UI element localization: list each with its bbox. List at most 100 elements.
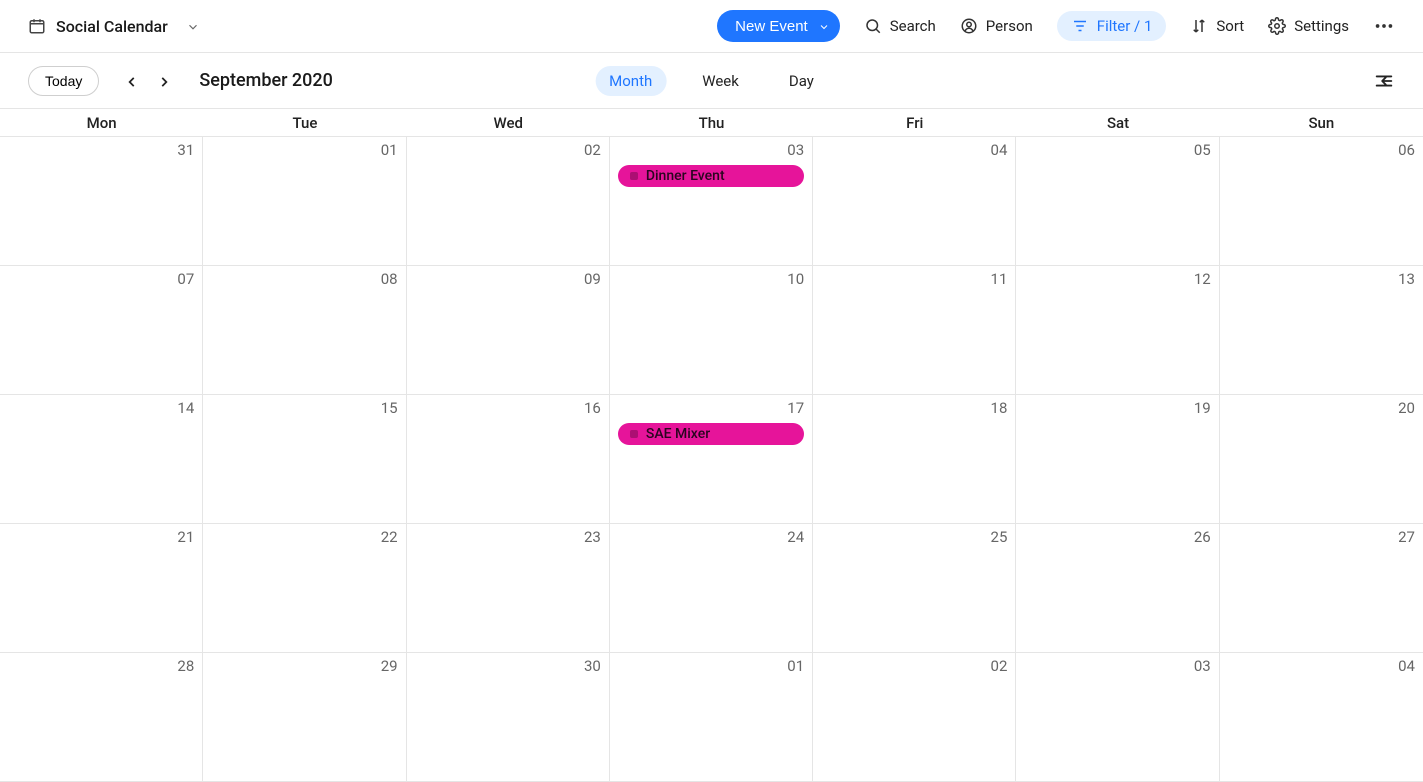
calendar-cell[interactable]: 10 bbox=[610, 266, 813, 395]
date-number: 01 bbox=[787, 657, 804, 675]
event-pill[interactable]: SAE Mixer bbox=[618, 423, 804, 445]
nav-bar: Today September 2020 Month Week Day bbox=[0, 53, 1423, 109]
new-event-button[interactable]: New Event bbox=[717, 10, 840, 42]
date-number: 09 bbox=[584, 270, 601, 288]
date-number: 01 bbox=[381, 141, 398, 159]
person-button[interactable]: Person bbox=[960, 17, 1033, 35]
date-number: 28 bbox=[177, 657, 194, 675]
calendar-cell[interactable]: 16 bbox=[407, 395, 610, 524]
date-number: 02 bbox=[584, 141, 601, 159]
event-pill[interactable]: Dinner Event bbox=[618, 165, 804, 187]
person-label: Person bbox=[986, 17, 1033, 35]
weekday-label: Sun bbox=[1220, 109, 1423, 137]
date-number: 03 bbox=[787, 141, 804, 159]
settings-button[interactable]: Settings bbox=[1268, 17, 1349, 35]
calendar-cell[interactable]: 18 bbox=[813, 395, 1016, 524]
chevron-down-icon bbox=[186, 19, 200, 33]
calendar-cell[interactable]: 13 bbox=[1220, 266, 1423, 395]
calendar-cell[interactable]: 15 bbox=[203, 395, 406, 524]
date-number: 20 bbox=[1398, 399, 1415, 417]
calendar-cell[interactable]: 04 bbox=[1220, 653, 1423, 782]
calendar-cell[interactable]: 14 bbox=[0, 395, 203, 524]
view-tabs: Month Week Day bbox=[595, 66, 828, 96]
calendar-cell[interactable]: 31 bbox=[0, 137, 203, 266]
calendar-cell[interactable]: 28 bbox=[0, 653, 203, 782]
calendar-cell[interactable]: 06 bbox=[1220, 137, 1423, 266]
prev-month-button[interactable] bbox=[125, 74, 139, 88]
date-number: 18 bbox=[991, 399, 1008, 417]
calendar-cell[interactable]: 21 bbox=[0, 524, 203, 653]
calendar-cell[interactable]: 17SAE Mixer bbox=[610, 395, 813, 524]
date-number: 19 bbox=[1194, 399, 1211, 417]
person-icon bbox=[960, 17, 978, 35]
tab-month[interactable]: Month bbox=[595, 66, 666, 96]
calendar-cell[interactable]: 27 bbox=[1220, 524, 1423, 653]
date-number: 06 bbox=[1398, 141, 1415, 159]
gear-icon bbox=[1268, 17, 1286, 35]
calendar-cell[interactable]: 08 bbox=[203, 266, 406, 395]
top-bar: Social Calendar New Event Search Person bbox=[0, 0, 1423, 53]
calendar-cell[interactable]: 20 bbox=[1220, 395, 1423, 524]
date-number: 21 bbox=[177, 528, 194, 546]
calendar-cell[interactable]: 25 bbox=[813, 524, 1016, 653]
calendar-cell[interactable]: 29 bbox=[203, 653, 406, 782]
date-number: 04 bbox=[1398, 657, 1415, 675]
sort-button[interactable]: Sort bbox=[1190, 17, 1244, 35]
date-number: 12 bbox=[1194, 270, 1211, 288]
calendar-cell[interactable]: 03 bbox=[1016, 653, 1219, 782]
date-number: 04 bbox=[991, 141, 1008, 159]
filter-label: Filter / 1 bbox=[1097, 17, 1153, 35]
weekday-label: Tue bbox=[203, 109, 406, 137]
date-number: 07 bbox=[177, 270, 194, 288]
date-number: 13 bbox=[1398, 270, 1415, 288]
date-number: 25 bbox=[991, 528, 1008, 546]
weekday-label: Thu bbox=[610, 109, 813, 137]
collapse-panel-icon[interactable] bbox=[1373, 70, 1395, 92]
calendar-cell[interactable]: 23 bbox=[407, 524, 610, 653]
calendar-cell[interactable]: 11 bbox=[813, 266, 1016, 395]
settings-label: Settings bbox=[1294, 17, 1349, 35]
calendar-cell[interactable]: 02 bbox=[813, 653, 1016, 782]
calendar-cell[interactable]: 07 bbox=[0, 266, 203, 395]
date-number: 03 bbox=[1194, 657, 1211, 675]
calendar-cell[interactable]: 05 bbox=[1016, 137, 1219, 266]
date-number: 05 bbox=[1194, 141, 1211, 159]
weekday-label: Fri bbox=[813, 109, 1016, 137]
month-nav bbox=[125, 74, 171, 88]
date-number: 26 bbox=[1194, 528, 1211, 546]
next-month-button[interactable] bbox=[157, 74, 171, 88]
month-title: September 2020 bbox=[199, 70, 333, 91]
date-number: 11 bbox=[991, 270, 1008, 288]
tab-week[interactable]: Week bbox=[688, 66, 753, 96]
calendar-selector[interactable]: Social Calendar bbox=[28, 17, 200, 36]
toolbar: New Event Search Person Filter / 1 bbox=[717, 10, 1395, 42]
calendar-cell[interactable]: 19 bbox=[1016, 395, 1219, 524]
date-number: 15 bbox=[381, 399, 398, 417]
date-number: 22 bbox=[381, 528, 398, 546]
search-button[interactable]: Search bbox=[864, 17, 936, 35]
date-number: 08 bbox=[381, 270, 398, 288]
calendar-cell[interactable]: 01 bbox=[610, 653, 813, 782]
today-button[interactable]: Today bbox=[28, 66, 99, 96]
calendar-cell[interactable]: 03 Dinner Event bbox=[610, 137, 813, 266]
calendar-icon bbox=[28, 17, 46, 35]
calendar-cell[interactable]: 02 bbox=[407, 137, 610, 266]
more-icon[interactable] bbox=[1373, 15, 1395, 37]
calendar-cell[interactable]: 04 bbox=[813, 137, 1016, 266]
calendar-cell[interactable]: 24 bbox=[610, 524, 813, 653]
sort-label: Sort bbox=[1216, 17, 1244, 35]
calendar-cell[interactable]: 12 bbox=[1016, 266, 1219, 395]
tab-day[interactable]: Day bbox=[775, 66, 828, 96]
search-icon bbox=[864, 17, 882, 35]
calendar-cell[interactable]: 01 bbox=[203, 137, 406, 266]
calendar-cell[interactable]: 22 bbox=[203, 524, 406, 653]
weekday-label: Mon bbox=[0, 109, 203, 137]
calendar-cell[interactable]: 26 bbox=[1016, 524, 1219, 653]
date-number: 31 bbox=[177, 141, 194, 159]
date-number: 29 bbox=[381, 657, 398, 675]
weekday-label: Wed bbox=[407, 109, 610, 137]
date-number: 16 bbox=[584, 399, 601, 417]
calendar-cell[interactable]: 09 bbox=[407, 266, 610, 395]
filter-button[interactable]: Filter / 1 bbox=[1057, 11, 1167, 41]
calendar-cell[interactable]: 30 bbox=[407, 653, 610, 782]
